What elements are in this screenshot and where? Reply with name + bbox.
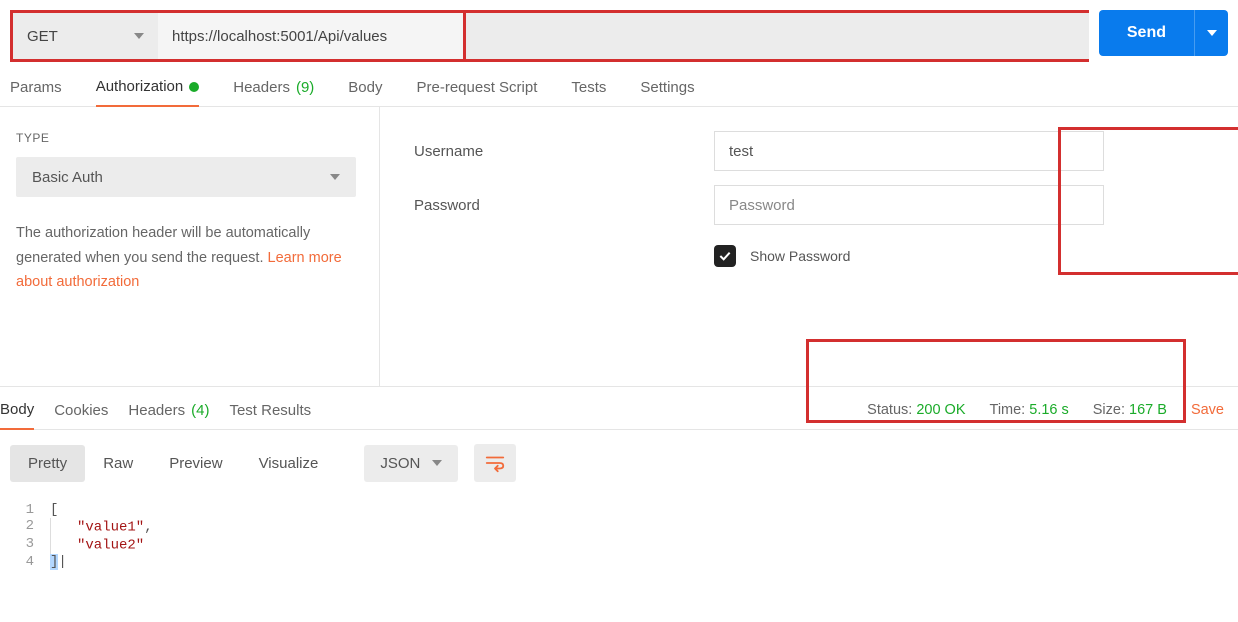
auth-desc-text: The authorization header will be automat… — [16, 225, 310, 266]
resp-tab-headers[interactable]: Headers (4) — [128, 401, 209, 429]
line-text: "value2" — [50, 536, 1238, 554]
tab-headers-label: Headers — [233, 79, 290, 96]
show-password-checkbox[interactable] — [714, 245, 736, 267]
username-label: Username — [414, 143, 714, 160]
url-input[interactable]: https://localhost:5001/Api/values — [158, 13, 466, 59]
url-input-rest[interactable] — [466, 13, 1089, 59]
line-number: 2 — [0, 518, 50, 536]
tab-headers-count: (9) — [296, 79, 314, 96]
status-value: 200 OK — [916, 402, 965, 418]
show-password-label: Show Password — [750, 248, 850, 264]
line-number: 3 — [0, 536, 50, 554]
response-body-editor[interactable]: 1 [ 2 "value1", 3 "value2" 4 ]| — [0, 496, 1238, 576]
tab-body[interactable]: Body — [348, 78, 382, 106]
auth-type-label: TYPE — [16, 131, 363, 145]
time-group: Time: 5.16 s — [990, 402, 1069, 418]
line-text: [ — [50, 502, 1238, 518]
line-number: 1 — [0, 502, 50, 518]
request-bar: GET https://localhost:5001/Api/values Se… — [0, 0, 1238, 62]
response-meta: Status: 200 OK Time: 5.16 s Size: 167 B … — [867, 402, 1238, 428]
show-password-group: Show Password — [714, 245, 850, 267]
code-line: 1 [ — [0, 502, 1238, 518]
url-box: https://localhost:5001/Api/values — [158, 13, 1089, 59]
view-pretty-button[interactable]: Pretty — [10, 445, 85, 482]
code-line: 4 ]| — [0, 554, 1238, 570]
tab-headers[interactable]: Headers (9) — [233, 78, 314, 106]
authorization-panel: TYPE Basic Auth The authorization header… — [0, 107, 1238, 387]
active-dot-icon — [189, 82, 199, 92]
password-label: Password — [414, 197, 714, 214]
size-value: 167 B — [1129, 402, 1167, 418]
check-icon — [717, 248, 733, 264]
resp-tab-tests[interactable]: Test Results — [229, 401, 311, 429]
view-visualize-button[interactable]: Visualize — [241, 445, 337, 482]
time-value: 5.16 s — [1029, 402, 1069, 418]
response-view-controls: Pretty Raw Preview Visualize JSON — [0, 430, 1238, 496]
tab-params[interactable]: Params — [10, 78, 62, 106]
view-preview-button[interactable]: Preview — [151, 445, 240, 482]
size-label: Size: — [1093, 402, 1125, 418]
method-url-highlight-box: GET https://localhost:5001/Api/values — [10, 10, 1089, 62]
auth-form-panel: Username Password Show Password — [380, 107, 1238, 386]
tab-prerequest[interactable]: Pre-request Script — [417, 78, 538, 106]
status-group: Status: 200 OK — [867, 402, 965, 418]
save-response-button[interactable]: Save — [1191, 402, 1224, 418]
send-button[interactable]: Send — [1099, 10, 1194, 56]
chevron-down-icon — [432, 460, 442, 466]
show-password-row: Show Password — [414, 239, 1222, 267]
chevron-down-icon — [1207, 30, 1217, 36]
word-wrap-button[interactable] — [474, 444, 516, 482]
status-label: Status: — [867, 402, 912, 418]
time-label: Time: — [990, 402, 1026, 418]
tab-authorization[interactable]: Authorization — [96, 78, 200, 107]
password-row: Password — [414, 185, 1222, 225]
http-method-value: GET — [27, 28, 58, 45]
auth-type-value: Basic Auth — [32, 169, 103, 186]
username-row: Username — [414, 131, 1222, 171]
tab-authorization-label: Authorization — [96, 78, 184, 95]
request-tabs: Params Authorization Headers (9) Body Pr… — [0, 62, 1238, 107]
view-mode-buttons: Pretty Raw Preview Visualize — [10, 445, 336, 482]
body-format-value: JSON — [380, 455, 420, 472]
send-group: Send — [1099, 10, 1228, 62]
response-header-row: Body Cookies Headers (4) Test Results St… — [0, 387, 1238, 430]
size-group: Size: 167 B — [1093, 402, 1167, 418]
auth-description: The authorization header will be automat… — [16, 221, 346, 295]
view-raw-button[interactable]: Raw — [85, 445, 151, 482]
chevron-down-icon — [330, 174, 340, 180]
chevron-down-icon — [134, 33, 144, 39]
resp-tab-headers-label: Headers — [128, 402, 185, 419]
password-input[interactable] — [714, 185, 1104, 225]
send-options-button[interactable] — [1194, 10, 1228, 56]
auth-type-panel: TYPE Basic Auth The authorization header… — [0, 107, 380, 386]
auth-type-select[interactable]: Basic Auth — [16, 157, 356, 197]
line-number: 4 — [0, 554, 50, 570]
body-format-select[interactable]: JSON — [364, 445, 458, 482]
response-tabs: Body Cookies Headers (4) Test Results — [0, 401, 311, 429]
http-method-select[interactable]: GET — [13, 13, 158, 59]
code-line: 2 "value1", — [0, 518, 1238, 536]
username-input[interactable] — [714, 131, 1104, 171]
tab-settings[interactable]: Settings — [640, 78, 694, 106]
resp-tab-body[interactable]: Body — [0, 401, 34, 430]
word-wrap-icon — [484, 452, 506, 474]
resp-tab-headers-count: (4) — [191, 402, 209, 419]
tab-tests[interactable]: Tests — [571, 78, 606, 106]
resp-tab-cookies[interactable]: Cookies — [54, 401, 108, 429]
line-text: "value1", — [50, 518, 1238, 536]
line-text: ]| — [50, 554, 1238, 570]
code-line: 3 "value2" — [0, 536, 1238, 554]
